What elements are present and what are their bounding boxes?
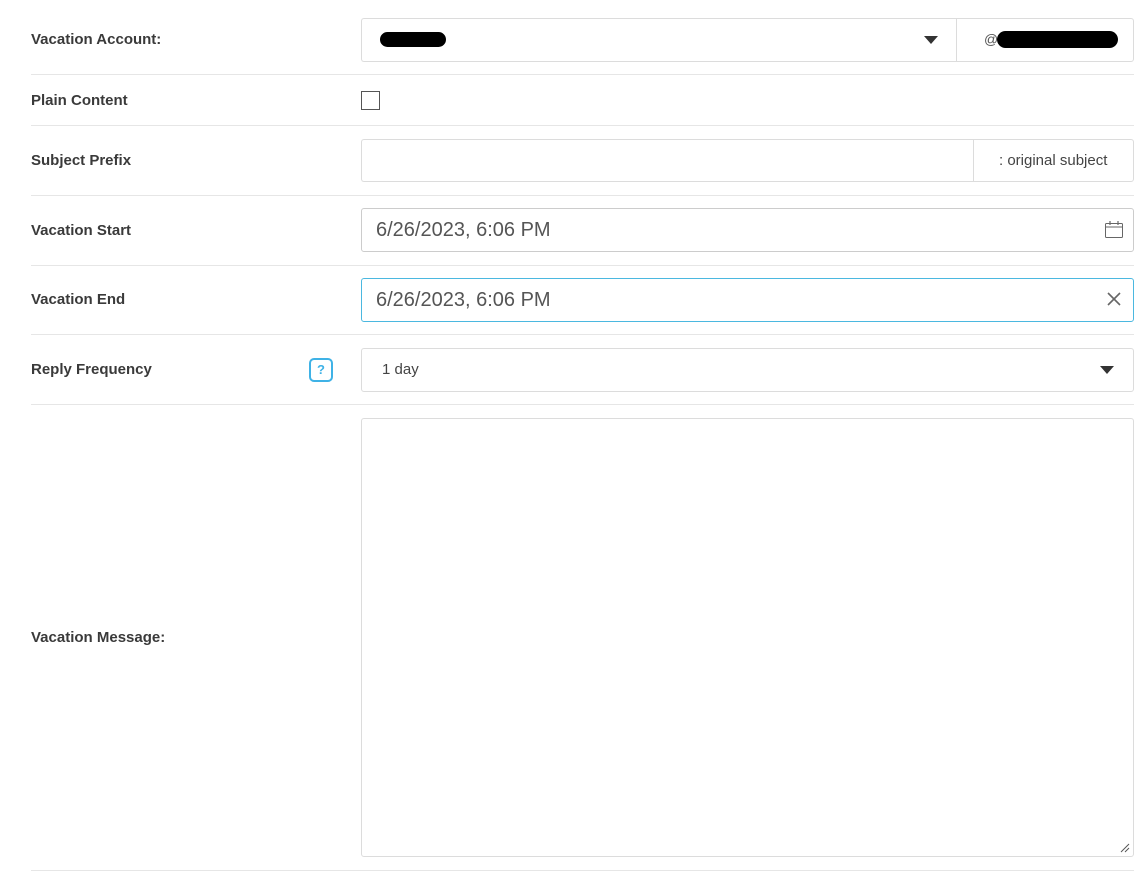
vacation-start-label: Vacation Start bbox=[31, 222, 132, 239]
subject-prefix-input[interactable] bbox=[361, 139, 974, 182]
vacation-end-label: Vacation End bbox=[31, 291, 126, 308]
reply-frequency-row: Reply Frequency ? 1 day bbox=[31, 335, 1134, 405]
chevron-down-icon bbox=[1100, 366, 1114, 374]
resize-grip-icon[interactable] bbox=[1120, 843, 1130, 853]
reply-frequency-value: 1 day bbox=[382, 361, 419, 378]
vacation-start-row: Vacation Start 6/26/2023, 6:06 PM bbox=[31, 196, 1134, 266]
vacation-start-input[interactable]: 6/26/2023, 6:06 PM bbox=[361, 208, 1134, 252]
redacted-domain bbox=[997, 31, 1118, 48]
vacation-message-textarea[interactable] bbox=[361, 418, 1134, 857]
vacation-form: Vacation Account: @ Plain Content Subjec… bbox=[31, 0, 1134, 871]
close-icon[interactable] bbox=[1107, 292, 1121, 306]
plain-content-row: Plain Content bbox=[31, 75, 1134, 126]
reply-frequency-select[interactable]: 1 day bbox=[361, 348, 1134, 392]
vacation-end-row: Vacation End 6/26/2023, 6:06 PM bbox=[31, 266, 1134, 335]
redacted-account-name bbox=[380, 32, 446, 47]
vacation-end-value: 6/26/2023, 6:06 PM bbox=[376, 289, 551, 311]
plain-content-label: Plain Content bbox=[31, 92, 128, 109]
vacation-account-domain: @ bbox=[956, 18, 1134, 62]
vacation-account-row: Vacation Account: @ bbox=[31, 0, 1134, 75]
vacation-start-value: 6/26/2023, 6:06 PM bbox=[376, 219, 551, 241]
calendar-icon[interactable] bbox=[1105, 221, 1123, 238]
vacation-account-select[interactable] bbox=[361, 18, 957, 62]
vacation-account-label: Vacation Account: bbox=[31, 31, 162, 48]
reply-frequency-label: Reply Frequency bbox=[31, 361, 152, 378]
chevron-down-icon bbox=[924, 36, 938, 44]
vacation-end-input[interactable]: 6/26/2023, 6:06 PM bbox=[361, 278, 1134, 322]
help-icon[interactable]: ? bbox=[309, 358, 333, 382]
plain-content-checkbox[interactable] bbox=[361, 91, 380, 110]
subject-prefix-row: Subject Prefix : original subject bbox=[31, 126, 1134, 196]
subject-prefix-addon: : original subject bbox=[973, 139, 1134, 182]
vacation-message-row: Vacation Message: bbox=[31, 405, 1134, 871]
vacation-message-label: Vacation Message: bbox=[31, 629, 166, 646]
subject-prefix-label: Subject Prefix bbox=[31, 152, 132, 169]
